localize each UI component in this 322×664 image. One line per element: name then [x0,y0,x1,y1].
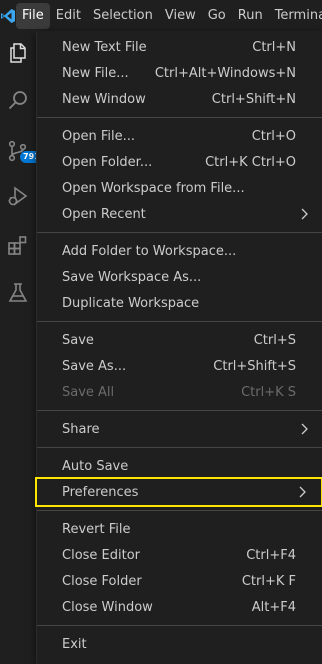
menu-item-label: Share [62,421,100,437]
menu-item-new-text-file[interactable]: New Text File Ctrl+N [37,34,322,60]
menu-item-shortcut: Ctrl+K S [241,384,296,400]
menu-item-duplicate-workspace[interactable]: Duplicate Workspace [37,290,322,316]
menu-item-label: Add Folder to Workspace... [62,243,237,259]
menu-item-exit[interactable]: Exit [37,631,322,657]
menu-edit[interactable]: Edit [50,3,87,29]
menu-item-label: New File... [62,65,129,81]
menu-item-label: Auto Save [62,458,129,474]
menu-item-label: Save [62,332,94,348]
menu-item-close-editor[interactable]: Close Editor Ctrl+F4 [37,542,322,568]
menu-item-label: Close Editor [62,547,141,563]
menu-item-label: Exit [62,636,87,652]
menu-go[interactable]: Go [202,3,232,29]
menu-item-new-file[interactable]: New File... Ctrl+Alt+Windows+N [37,60,322,86]
menu-item-shortcut: Ctrl+F4 [246,547,296,563]
chevron-right-icon [301,208,308,220]
activity-bar: 791 [0,31,43,664]
chevron-right-icon [299,486,306,498]
menu-item-label: Revert File [62,521,131,537]
menu-item-label: Open Folder... [62,154,153,170]
menu-item-save[interactable]: Save Ctrl+S [37,327,322,353]
vscode-window: File Edit Selection View Go Run Terminal [0,0,322,664]
menu-item-save-all: Save All Ctrl+K S [37,379,322,405]
menu-item-share[interactable]: Share [37,416,322,442]
menu-item-label: Preferences [62,484,139,500]
menu-item-label: Open Workspace from File... [62,180,245,196]
menu-item-open-file[interactable]: Open File... Ctrl+O [37,123,322,149]
menu-item-label: Open Recent [62,206,146,222]
menu-item-open-folder[interactable]: Open Folder... Ctrl+K Ctrl+O [37,149,322,175]
menu-separator [37,447,322,448]
menu-item-open-workspace[interactable]: Open Workspace from File... [37,175,322,201]
menu-item-new-window[interactable]: New Window Ctrl+Shift+N [37,86,322,112]
menu-separator [37,410,322,411]
menu-item-close-window[interactable]: Close Window Alt+F4 [37,594,322,620]
menu-run[interactable]: Run [232,3,269,29]
menu-item-label: Duplicate Workspace [62,295,200,311]
run-debug-icon[interactable] [0,176,36,216]
menu-item-label: Close Window [62,599,153,615]
menu-item-label: Open File... [62,128,136,144]
menu-separator [37,321,322,322]
menu-item-label: New Window [62,91,146,107]
testing-icon[interactable] [0,273,36,313]
menubar: File Edit Selection View Go Run Terminal [0,0,322,31]
explorer-icon[interactable] [0,33,36,73]
menu-item-save-workspace-as[interactable]: Save Workspace As... [37,264,322,290]
menu-separator [37,117,322,118]
menu-item-shortcut: Ctrl+O [251,128,296,144]
vscode-logo-icon [0,0,16,31]
menu-item-shortcut: Ctrl+Shift+S [213,358,296,374]
menu-item-auto-save[interactable]: Auto Save [37,453,322,479]
menu-item-preferences[interactable]: Preferences [35,477,322,507]
menu-separator [37,510,322,511]
file-menu-dropdown: New Text File Ctrl+N New File... Ctrl+Al… [35,31,322,664]
menu-item-shortcut: Ctrl+S [253,332,296,348]
menu-item-shortcut: Alt+F4 [251,599,296,615]
menu-item-save-as[interactable]: Save As... Ctrl+Shift+S [37,353,322,379]
menu-item-shortcut: Ctrl+Alt+Windows+N [154,65,296,81]
menu-item-shortcut: Ctrl+K F [241,573,296,589]
menu-separator [37,232,322,233]
menu-item-shortcut: Ctrl+N [252,39,296,55]
chevron-right-icon [301,423,308,435]
menu-item-open-recent[interactable]: Open Recent [37,201,322,227]
menu-item-label: Save All [62,384,115,400]
menu-view[interactable]: View [159,3,202,29]
search-icon[interactable] [0,81,36,121]
menu-item-shortcut: Ctrl+Shift+N [211,91,296,107]
menu-item-add-folder-to-workspace[interactable]: Add Folder to Workspace... [37,238,322,264]
menu-file[interactable]: File [16,2,50,29]
menu-item-label: New Text File [62,39,147,55]
menu-separator [37,625,322,626]
extensions-icon[interactable] [0,225,36,265]
menu-item-shortcut: Ctrl+K Ctrl+O [205,154,296,170]
menu-item-close-folder[interactable]: Close Folder Ctrl+K F [37,568,322,594]
menu-item-label: Save Workspace As... [62,269,202,285]
menu-selection[interactable]: Selection [87,3,159,29]
menu-item-label: Close Folder [62,573,142,589]
menu-item-label: Save As... [62,358,127,374]
menu-item-revert-file[interactable]: Revert File [37,516,322,542]
menu-terminal[interactable]: Terminal [269,3,322,29]
